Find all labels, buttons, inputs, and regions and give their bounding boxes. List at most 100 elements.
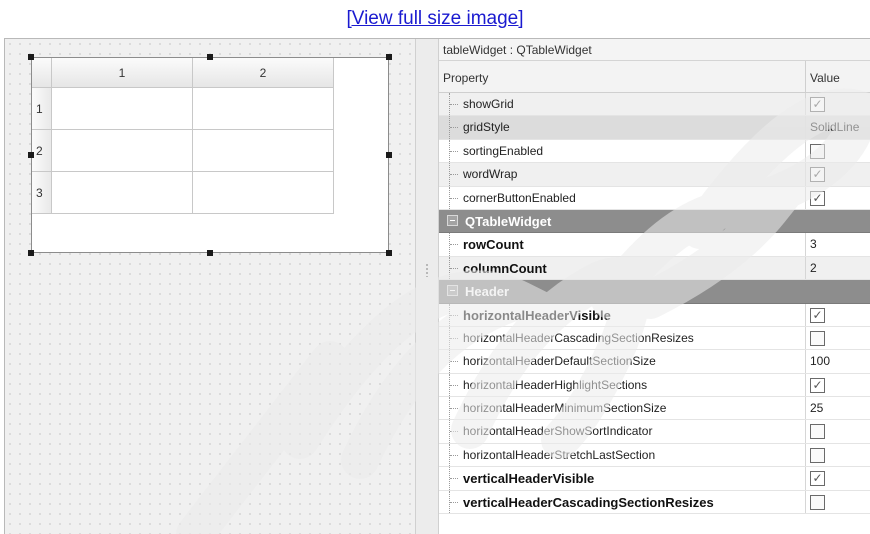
tree-branch-line [449,420,459,443]
property-row-horizontalHeaderCascadingSectionResizes[interactable]: horizontalHeaderCascadingSectionResizes [439,326,870,351]
panel-splitter[interactable] [415,39,439,534]
table-cell[interactable] [52,130,193,172]
qt-designer-window: 1 2 1 2 3 tableWidget : QTableWidget Pro… [4,38,870,534]
table-cell[interactable] [52,172,193,214]
form-canvas[interactable]: 1 2 1 2 3 [5,39,415,534]
row-header-1[interactable]: 1 [32,88,52,130]
property-row-horizontalHeaderShowSortIndicator[interactable]: horizontalHeaderShowSortIndicator [439,420,870,444]
property-editor: tableWidget : QTableWidget Property Valu… [439,39,870,534]
property-name: horizontalHeaderStretchLastSection [463,447,656,462]
property-value[interactable]: SolidLine [810,120,859,134]
table-cell[interactable] [193,172,334,214]
checkbox-checked[interactable]: ✓ [810,190,825,206]
row-header-2[interactable]: 2 [32,130,52,172]
checkbox-unchecked[interactable] [810,330,825,346]
resize-handle-left[interactable] [28,152,34,158]
checkbox-checked[interactable]: ✓ [810,307,825,323]
property-row-sortingEnabled[interactable]: sortingEnabled [439,139,870,164]
property-value[interactable]: 2 [810,261,817,275]
column-divider[interactable] [805,61,806,93]
column-divider [805,163,806,186]
tree-branch-line [449,326,459,350]
tree-branch-line [449,350,459,373]
property-name: sortingEnabled [463,143,544,158]
column-divider [805,256,806,280]
property-name: showGrid [463,97,514,111]
column-divider [805,443,806,467]
property-group-qtablewidget[interactable]: QTableWidget [439,209,870,234]
property-row-horizontalHeaderStretchLastSection[interactable]: horizontalHeaderStretchLastSection [439,443,870,468]
tree-branch-line [449,443,459,467]
property-row-gridStyle[interactable]: gridStyle SolidLine [439,116,870,140]
column-header-2[interactable]: 2 [193,58,334,88]
tree-branch-line [449,303,459,326]
corner-button[interactable] [32,58,52,88]
tree-branch-line [449,233,459,256]
property-name: rowCount [463,237,524,253]
table-widget-preview[interactable]: 1 2 1 2 3 [31,57,389,253]
column-divider [805,186,806,209]
resize-handle-top-right[interactable] [386,54,392,60]
tree-branch-line [449,139,459,163]
column-divider [805,373,806,397]
column-divider [805,303,806,326]
property-row-columnCount[interactable]: columnCount 2 [439,256,870,281]
splitter-grip-icon [425,263,429,277]
checkbox-unchecked[interactable] [810,447,825,463]
property-name: gridStyle [463,120,510,135]
property-value[interactable]: 25 [810,401,823,415]
column-divider [805,116,806,139]
property-row-rowCount[interactable]: rowCount 3 [439,233,870,257]
column-divider [805,139,806,163]
column-divider [805,420,806,443]
property-row-wordWrap[interactable]: wordWrap ✓ [439,163,870,187]
column-divider [805,467,806,490]
property-row-showGrid[interactable]: showGrid ✓ [439,93,870,117]
table-cell[interactable] [52,88,193,130]
resize-handle-bottom-right[interactable] [386,250,392,256]
checkbox-unchecked[interactable] [810,424,825,440]
resize-handle-top-left[interactable] [28,54,34,60]
tree-branch-line [449,467,459,490]
resize-handle-bottom[interactable] [207,250,213,256]
property-row-horizontalHeaderVisible[interactable]: horizontalHeaderVisible ✓ [439,303,870,327]
tree-branch-line [449,256,459,280]
property-row-verticalHeaderVisible[interactable]: verticalHeaderVisible ✓ [439,467,870,491]
collapse-toggle-icon[interactable] [447,214,458,226]
property-name: horizontalHeaderCascadingSectionResizes [463,330,694,345]
tree-branch-line [449,186,459,209]
property-table-header: Property Value [439,61,870,93]
property-name: horizontalHeaderDefaultSectionSize [463,354,656,369]
property-row-horizontalHeaderDefaultSectionSize[interactable]: horizontalHeaderDefaultSectionSize 100 [439,350,870,374]
resize-handle-top[interactable] [207,54,213,60]
checkbox-checked[interactable]: ✓ [810,471,825,487]
checkbox-checked[interactable]: ✓ [810,377,825,393]
object-name-label: tableWidget : QTableWidget [439,39,870,61]
property-row-cornerButtonEnabled[interactable]: cornerButtonEnabled ✓ [439,186,870,210]
column-header-1[interactable]: 1 [52,58,193,88]
property-value[interactable]: 100 [810,354,830,368]
checkbox-unchecked[interactable] [810,494,825,510]
property-row-verticalHeaderCascadingSectionResizes[interactable]: verticalHeaderCascadingSectionResizes [439,490,870,515]
checkbox-checked[interactable]: ✓ [810,97,825,112]
property-name: horizontalHeaderMinimumSectionSize [463,401,667,416]
property-column-header[interactable]: Property [443,71,488,85]
collapse-toggle-icon[interactable] [447,285,458,297]
column-divider [805,350,806,373]
property-group-header[interactable]: Header [439,280,870,304]
property-value[interactable]: 3 [810,237,817,251]
property-row-horizontalHeaderMinimumSectionSize[interactable]: horizontalHeaderMinimumSectionSize 25 [439,397,870,421]
tree-branch-line [449,373,459,397]
view-full-size-link[interactable]: [View full size image] [0,8,870,30]
resize-handle-right[interactable] [386,152,392,158]
resize-handle-bottom-left[interactable] [28,250,34,256]
checkbox-unchecked[interactable] [810,143,825,159]
column-divider [805,233,806,256]
checkbox-checked[interactable]: ✓ [810,167,825,183]
table-cell[interactable] [193,88,334,130]
property-row-horizontalHeaderHighlightSections[interactable]: horizontalHeaderHighlightSections ✓ [439,373,870,398]
value-column-header[interactable]: Value [810,71,840,85]
property-name: horizontalHeaderHighlightSections [463,377,648,392]
table-cell[interactable] [193,130,334,172]
row-header-3[interactable]: 3 [32,172,52,214]
